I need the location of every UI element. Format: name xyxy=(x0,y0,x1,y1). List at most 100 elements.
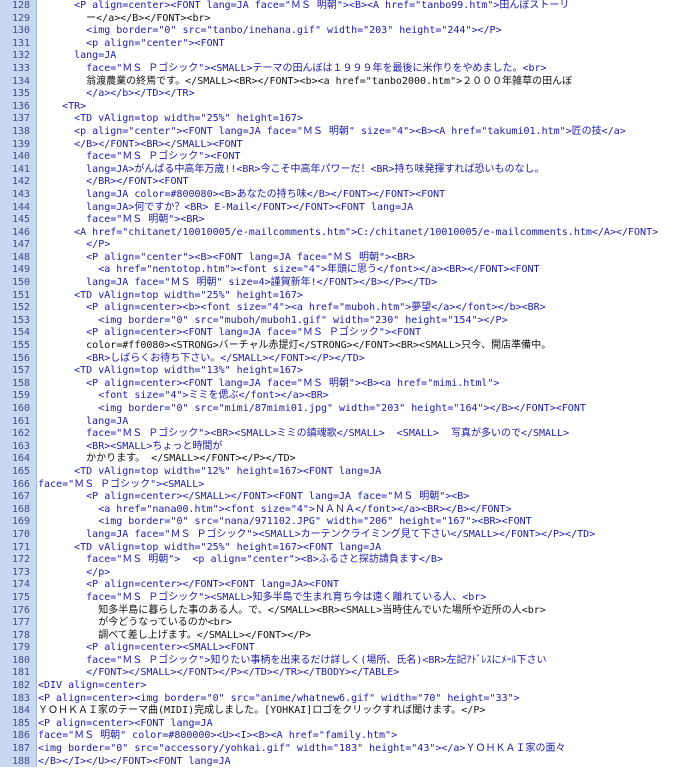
code-text[interactable]: 知多半島に暮らした事のある人。で、</SMALL><BR><SMALL>当時住ん… xyxy=(38,605,546,618)
code-line[interactable]: 145 face="ＭＳ 明朝"><BR> xyxy=(0,214,700,227)
code-text[interactable]: ＹＯＨＫＡＩ家のテーマ曲(MIDI)完成しました。[YOHKAI]ロゴをクリック… xyxy=(38,705,485,718)
code-text[interactable]: <P align=center><FONT lang=JA xyxy=(38,718,213,731)
code-line[interactable]: 183 <P align=center><img border="0" src="… xyxy=(0,693,700,706)
code-line[interactable]: 186 face="ＭＳ 明朝" color=#800000><U><I><B><… xyxy=(0,730,700,743)
code-text[interactable]: </BR></FONT><FONT xyxy=(38,176,188,189)
code-text[interactable]: lang=JA color=#800080><B>あなたの持ち味</B></FO… xyxy=(38,189,445,202)
code-text[interactable]: <p align="center"><FONT lang=JA face="ＭＳ… xyxy=(38,126,626,139)
code-text[interactable]: face="ＭＳ 明朝"><BR> xyxy=(38,214,204,227)
code-line[interactable]: 157 <TD vAlign=top width="13%" height=16… xyxy=(0,365,700,378)
code-text[interactable]: <DIV align=center> xyxy=(38,680,146,693)
code-line[interactable]: 139 </B></FONT><BR></SMALL><FONT xyxy=(0,139,700,152)
code-text[interactable]: <a href="nana00.htm"><font size="4">ＮＡＮＡ… xyxy=(38,504,511,517)
code-line[interactable]: 149 <a href="nentotop.htm"><font size="4… xyxy=(0,264,700,277)
code-text[interactable]: <img border="0" src="tanbo/inehana.gif" … xyxy=(38,25,501,38)
code-line[interactable]: 128 <P align=center><FONT lang=JA face="… xyxy=(0,0,700,13)
code-line[interactable]: 160 <img border="0" src="mimi/87mimi01.j… xyxy=(0,403,700,416)
code-line[interactable]: 164 かかります。 </SMALL></FONT></P></TD> xyxy=(0,453,700,466)
code-line[interactable]: 176 知多半島に暮らした事のある人。で、</SMALL><BR><SMALL>… xyxy=(0,605,700,618)
code-line[interactable]: 141 lang=JA>がんばる中高年万歳!!<BR>今こそ中高年パワーだ！<B… xyxy=(0,164,700,177)
code-line[interactable]: 187 <img border="0" src="accessory/yohkai… xyxy=(0,743,700,756)
code-text[interactable]: <img border="0" src="muboh/muboh1.gif" w… xyxy=(38,315,507,328)
code-line[interactable]: 181 </FONT></SMALL></FONT></P></TD></TR>… xyxy=(0,667,700,680)
code-line[interactable]: 154 <P align=center><FONT lang=JA face="… xyxy=(0,327,700,340)
code-line[interactable]: 140 face="ＭＳ Ｐゴシック"><FONT xyxy=(0,151,700,164)
code-text[interactable]: </p> xyxy=(38,567,110,580)
code-text[interactable]: <TD vAlign=top width="25%" height=167><F… xyxy=(38,542,381,555)
code-line[interactable]: 133 face="ＭＳ Ｐゴシック"><SMALL>テーマの田んぼは１９９９年… xyxy=(0,63,700,76)
code-text[interactable]: <img border="0" src="nana/971102.JPG" wi… xyxy=(38,516,531,529)
code-line[interactable]: 131 <p align="center"><FONT xyxy=(0,38,700,51)
code-text[interactable]: </a></b></TD></TR> xyxy=(38,88,194,101)
code-line[interactable]: 180 face="ＭＳ Ｐゴシック">知りたい事柄を出来るだけ詳しく(場所、氏… xyxy=(0,655,700,668)
code-text[interactable]: <P align=center></FONT><FONT lang=JA><FO… xyxy=(38,579,339,592)
code-text[interactable]: face="ＭＳ Ｐゴシック"><SMALL>知多半島で生まれ育ち今は遠く離れて… xyxy=(38,592,486,605)
code-text[interactable]: lang=JA>何ですか？<BR> E-Mail</FONT></FONT><F… xyxy=(38,202,413,215)
code-line[interactable]: 177 が今どうなっているのか<br> xyxy=(0,617,700,630)
code-text[interactable]: face="ＭＳ Ｐゴシック"><SMALL> xyxy=(38,479,204,492)
code-text[interactable]: lang=JA xyxy=(38,50,116,63)
code-line[interactable]: 152 <P align=center><b><font size="4"><a… xyxy=(0,302,700,315)
code-text[interactable]: face="ＭＳ 明朝"> <p align="center"><B>ふるさと探… xyxy=(38,554,443,567)
code-line[interactable]: 153 <img border="0" src="muboh/muboh1.gi… xyxy=(0,315,700,328)
code-text[interactable]: lang=JA face="ＭＳ Ｐゴシック"><SMALL>カーテンクライミン… xyxy=(38,529,595,542)
code-line[interactable]: 179 <P align=center><SMALL><FONT xyxy=(0,642,700,655)
code-text[interactable]: </B></FONT><BR></SMALL><FONT xyxy=(38,139,243,152)
code-line[interactable]: 162 face="ＭＳ Ｐゴシック"><BR><SMALL>ミミの鎮魂歌</S… xyxy=(0,428,700,441)
code-line[interactable]: 173 </p> xyxy=(0,567,700,580)
code-text[interactable]: <P align=center></SMALL></FONT><FONT lan… xyxy=(38,491,469,504)
code-line[interactable]: 146 <A href="chitanet/10010005/e-mailcom… xyxy=(0,227,700,240)
code-line[interactable]: 132 lang=JA xyxy=(0,50,700,63)
code-text[interactable]: lang=JA face="ＭＳ 明朝" size=4>謹賀新年!</FONT>… xyxy=(38,277,437,290)
code-text[interactable]: <TD vAlign=top width="12%" height=167><F… xyxy=(38,466,381,479)
code-line[interactable]: 178 調べて差し上げます。</SMALL></FONT></P> xyxy=(0,630,700,643)
code-text[interactable]: face="ＭＳ Ｐゴシック"><BR><SMALL>ミミの鎮魂歌</SMALL… xyxy=(38,428,569,441)
code-text[interactable]: 翁渡農業の終焉です。</SMALL><BR></FONT><b><a href=… xyxy=(38,76,572,89)
code-line[interactable]: 142 </BR></FONT><FONT xyxy=(0,176,700,189)
code-text[interactable]: color=#ff0080><STRONG>バーチャル赤提灯</STRONG><… xyxy=(38,340,551,353)
code-text[interactable]: <a href="nentotop.htm"><font size="4">年頭… xyxy=(38,264,539,277)
code-text[interactable]: <img border="0" src="mimi/87mimi01.jpg" … xyxy=(38,403,586,416)
code-text[interactable]: lang=JA xyxy=(38,416,128,429)
code-text[interactable]: <TD vAlign=top width="25%" height=167> xyxy=(38,113,303,126)
code-text[interactable]: <img border="0" src="accessory/yohkai.gi… xyxy=(38,743,565,756)
code-line[interactable]: 148 <P align="center"><B><FONT lang=JA f… xyxy=(0,252,700,265)
code-text[interactable]: が今どうなっているのか<br> xyxy=(38,617,232,630)
code-line[interactable]: 172 face="ＭＳ 明朝"> <p align="center"><B>ふ… xyxy=(0,554,700,567)
code-text[interactable]: <P align=center><b><font size="4"><a hre… xyxy=(38,302,546,315)
code-line[interactable]: 165 <TD vAlign=top width="12%" height=16… xyxy=(0,466,700,479)
code-text[interactable]: face="ＭＳ Ｐゴシック"><SMALL>テーマの田んぼは１９９９年を最後に… xyxy=(38,63,546,76)
code-line[interactable]: 129 ー</a></B></FONT><br> xyxy=(0,13,700,26)
code-line[interactable]: 147 </P> xyxy=(0,239,700,252)
code-text[interactable]: <P align=center><FONT lang=JA face="ＭＳ 明… xyxy=(38,378,499,391)
code-line[interactable]: 135 </a></b></TD></TR> xyxy=(0,88,700,101)
code-text[interactable]: face="ＭＳ Ｐゴシック"><FONT xyxy=(38,151,240,164)
code-text[interactable]: </P> xyxy=(38,239,110,252)
code-line[interactable]: 144 lang=JA>何ですか？<BR> E-Mail</FONT></FON… xyxy=(0,202,700,215)
code-line[interactable]: 170 lang=JA face="ＭＳ Ｐゴシック"><SMALL>カーテンク… xyxy=(0,529,700,542)
code-line[interactable]: 156 <BR>しばらくお待ち下さい。</SMALL></FONT></P></… xyxy=(0,353,700,366)
code-text[interactable]: <A href="chitanet/10010005/e-mailcomment… xyxy=(38,227,658,240)
code-text[interactable]: <P align=center><img border="0" src="ani… xyxy=(38,693,520,706)
code-line[interactable]: 166 face="ＭＳ Ｐゴシック"><SMALL> xyxy=(0,479,700,492)
code-line[interactable]: 174 <P align=center></FONT><FONT lang=JA… xyxy=(0,579,700,592)
code-text[interactable]: <P align="center"><B><FONT lang=JA face=… xyxy=(38,252,415,265)
code-line[interactable]: 163 <BR><SMALL>ちょっと時間が xyxy=(0,441,700,454)
code-text[interactable]: <BR><SMALL>ちょっと時間が xyxy=(38,441,222,454)
code-line[interactable]: 155 color=#ff0080><STRONG>バーチャル赤提灯</STRO… xyxy=(0,340,700,353)
code-line[interactable]: 161 lang=JA xyxy=(0,416,700,429)
code-line[interactable]: 136 <TR> xyxy=(0,101,700,114)
code-text[interactable]: face="ＭＳ Ｐゴシック">知りたい事柄を出来るだけ詳しく(場所、氏名)<B… xyxy=(38,655,546,668)
code-line[interactable]: 168 <a href="nana00.htm"><font size="4">… xyxy=(0,504,700,517)
code-text[interactable]: <BR>しばらくお待ち下さい。</SMALL></FONT></P></TD> xyxy=(38,353,365,366)
code-line[interactable]: 182 <DIV align=center> xyxy=(0,680,700,693)
code-line[interactable]: 175 face="ＭＳ Ｐゴシック"><SMALL>知多半島で生まれ育ち今は遠… xyxy=(0,592,700,605)
code-text[interactable]: <TD vAlign=top width="13%" height=167> xyxy=(38,365,303,378)
code-text[interactable]: <P align=center><FONT lang=JA face="ＭＳ 明… xyxy=(38,0,569,13)
code-line[interactable]: 169 <img border="0" src="nana/971102.JPG… xyxy=(0,516,700,529)
code-line[interactable]: 151 <TD vAlign=top width="25%" height=16… xyxy=(0,290,700,303)
code-text[interactable]: <P align=center><FONT lang=JA face="ＭＳ Ｐ… xyxy=(38,327,421,340)
code-line[interactable]: 143 lang=JA color=#800080><B>あなたの持ち味</B>… xyxy=(0,189,700,202)
code-text[interactable]: </FONT></SMALL></FONT></P></TD></TR></TB… xyxy=(38,667,399,680)
code-text[interactable]: かかります。 </SMALL></FONT></P></TD> xyxy=(38,453,296,466)
